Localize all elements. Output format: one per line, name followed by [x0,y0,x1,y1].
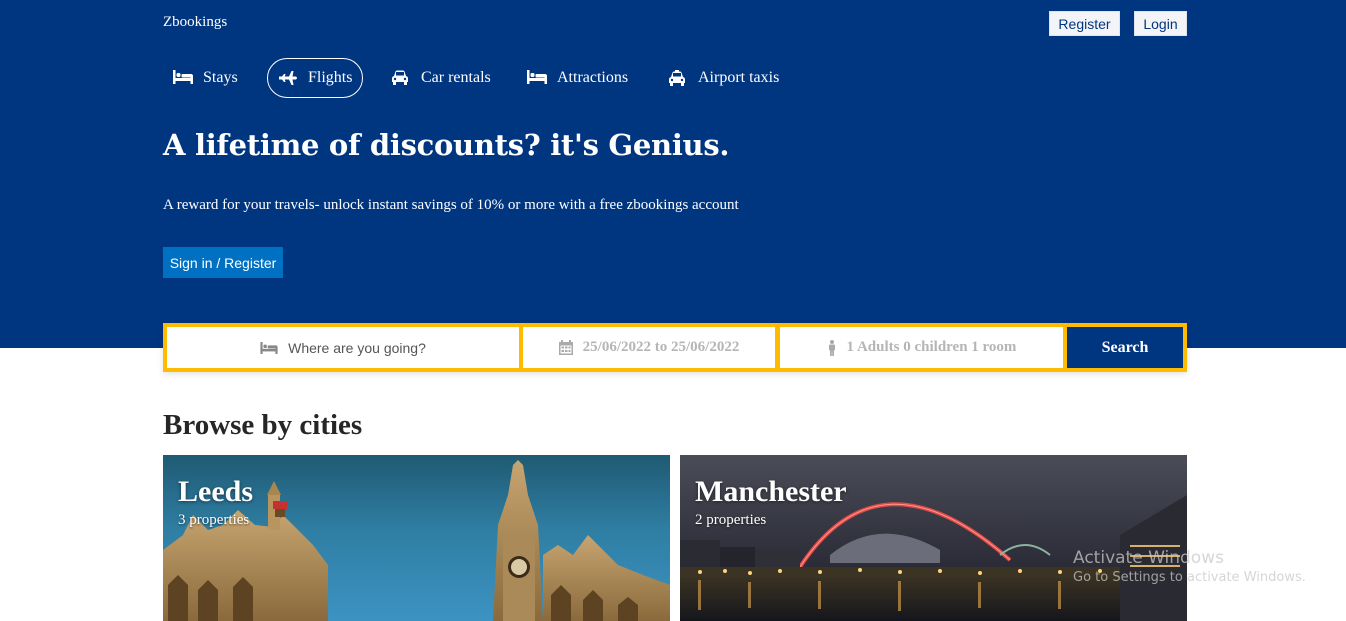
search-bar: Where are you going? 25/06/2022 to 25/06… [163,323,1187,372]
car-icon [391,70,413,86]
nav-item-label: Stays [203,69,238,86]
calendar-icon [558,340,573,355]
watermark-subtitle: Go to Settings to activate Windows. [1073,570,1306,585]
city-name: Manchester [695,475,847,508]
city-name: Leeds [178,475,253,508]
nav-item-label: Car rentals [421,69,491,86]
city-properties: 3 properties [178,512,250,528]
register-button[interactable]: Register [1049,11,1120,36]
watermark-title: Activate Windows [1073,548,1224,568]
city-card-manchester[interactable]: Manchester 2 properties [680,455,1187,621]
brand-logo[interactable]: Zbookings [163,14,227,31]
login-button[interactable]: Login [1134,11,1187,36]
destination-input[interactable]: Where are you going? [167,327,519,368]
guests-value: 1 Adults 0 children 1 room [846,339,1017,355]
nav-item-car-rentals[interactable]: Car rentals [391,58,491,98]
nav-item-attractions[interactable]: Attractions [527,58,628,98]
nav-item-label: Airport taxis [698,69,780,86]
nav-item-stays[interactable]: Stays [173,58,238,98]
city-properties: 2 properties [695,512,767,528]
windows-activation-watermark: Activate Windows Go to Settings to activ… [1073,548,1306,585]
date-range-value: 25/06/2022 to 25/06/2022 [582,339,740,355]
hero-title: A lifetime of discounts? it's Genius. [163,128,730,162]
sign-in-register-button[interactable]: Sign in / Register [163,247,283,278]
nav-item-label: Attractions [557,69,629,86]
search-button[interactable]: Search [1067,327,1183,368]
bed-icon [260,341,278,354]
hero-subtitle: A reward for your travels- unlock instan… [163,197,739,213]
guests-selector[interactable]: 1 Adults 0 children 1 room [780,327,1063,368]
destination-placeholder: Where are you going? [288,339,426,356]
hero-banner [0,0,1346,348]
plane-icon [278,70,300,86]
nav-item-label: Flights [308,69,353,86]
nav-item-flights[interactable]: Flights [267,58,364,98]
bed-icon [527,70,549,86]
bed-icon [173,70,195,86]
taxi-icon [668,70,690,86]
person-icon [827,339,837,356]
nav-item-airport-taxis[interactable]: Airport taxis [668,58,779,98]
browse-by-cities-title: Browse by cities [163,409,363,441]
city-card-leeds[interactable]: Leeds 3 properties [163,455,670,621]
date-range-picker[interactable]: 25/06/2022 to 25/06/2022 [523,327,775,368]
